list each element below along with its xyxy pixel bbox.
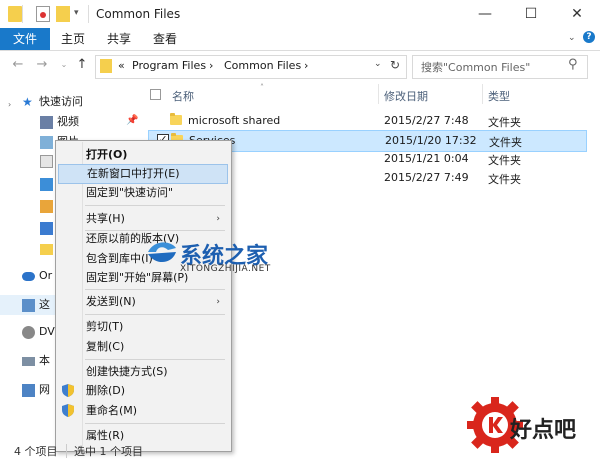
column-divider[interactable] [482, 84, 483, 104]
sidebar-item-onedrive[interactable]: Or [22, 266, 52, 286]
sidebar-item-network[interactable]: 网 [22, 380, 50, 400]
sidebar-item-videos[interactable]: 视频 [40, 112, 79, 132]
chevron-down-icon[interactable]: ⌄ [568, 33, 576, 43]
recent-dropdown-icon[interactable]: ⌄ [56, 57, 72, 73]
close-button[interactable]: ✕ [554, 0, 600, 28]
menu-item-share[interactable]: 共享(H) › [58, 209, 228, 229]
status-selected-count: 选中 1 个项目 [74, 445, 143, 458]
select-all-checkbox[interactable] [150, 89, 161, 100]
dvd-icon [22, 325, 35, 339]
breadcrumb-separator[interactable]: › [209, 59, 213, 72]
menu-separator [85, 205, 225, 206]
divider [88, 5, 89, 23]
column-header-type[interactable]: 类型 [488, 88, 510, 104]
menu-separator [85, 359, 225, 360]
divider [22, 5, 23, 23]
menu-item-open[interactable]: 打开(O) [58, 145, 228, 165]
pc-icon [22, 298, 35, 312]
file-type: 文件夹 [489, 136, 522, 149]
menu-separator [85, 289, 225, 290]
breadcrumb-separator[interactable]: › [304, 59, 308, 72]
menu-item-delete[interactable]: 删除(D) [58, 381, 228, 401]
maximize-button[interactable]: ☐ [508, 0, 554, 28]
watermark-logo [146, 238, 178, 266]
folder-icon [170, 113, 182, 125]
search-placeholder: 搜索"Common Files" [421, 61, 531, 74]
file-modified: 2015/1/21 0:04 [384, 152, 469, 165]
address-dropdown-icon[interactable]: ⌄ [374, 59, 382, 69]
sort-arrow-icon: ˄ [260, 83, 264, 92]
tab-share[interactable]: 共享 [96, 28, 142, 50]
properties-icon[interactable] [36, 6, 50, 22]
sidebar-item-dvd[interactable]: DV [22, 322, 55, 342]
quick-access-dropdown-icon[interactable]: ▾ [74, 8, 79, 18]
desktop-icon[interactable] [40, 222, 53, 235]
menu-item-send-to[interactable]: 发送到(N) › [58, 292, 228, 312]
minimize-button[interactable]: — [462, 0, 508, 28]
watermark-brand-2: 好点吧 [510, 418, 577, 443]
tab-view[interactable]: 查看 [142, 28, 188, 50]
drive-icon [22, 356, 35, 366]
submenu-arrow-icon: › [216, 297, 220, 307]
menu-item-copy[interactable]: 复制(C) [58, 337, 228, 357]
music-icon[interactable] [40, 200, 53, 213]
sidebar-item-local-disk[interactable]: 本 [22, 351, 50, 371]
menu-separator [85, 314, 225, 315]
column-divider[interactable] [378, 84, 379, 104]
pictures-icon [40, 135, 53, 149]
file-modified: 2015/2/27 7:48 [384, 114, 469, 127]
star-icon: ★ [22, 94, 33, 109]
file-type: 文件夹 [488, 116, 521, 129]
documents-icon[interactable] [40, 155, 53, 168]
submenu-arrow-icon: › [216, 214, 220, 224]
expand-arrow-icon[interactable]: › [8, 100, 11, 109]
table-row[interactable]: microsoft shared 2015/2/27 7:48 文件夹 [148, 111, 585, 131]
watermark-url: XITONGZHIJIA.NET [180, 264, 271, 274]
help-icon[interactable]: ? [583, 31, 595, 43]
menu-separator [85, 423, 225, 424]
folder-icon[interactable] [40, 244, 53, 255]
breadcrumb-common-files[interactable]: Common Files [224, 59, 301, 72]
video-icon [40, 115, 53, 129]
sidebar-item-quick-access[interactable]: ★ 快速访问 [22, 92, 83, 112]
menu-item-cut[interactable]: 剪切(T) [58, 317, 228, 337]
refresh-icon[interactable]: ↻ [390, 58, 400, 72]
window-title: Common Files [96, 7, 181, 21]
file-type: 文件夹 [488, 173, 521, 186]
network-icon [22, 383, 35, 397]
breadcrumb-overflow[interactable]: « [118, 59, 125, 72]
status-divider [66, 444, 67, 458]
onedrive-icon [22, 271, 35, 281]
downloads-icon[interactable] [40, 178, 53, 191]
tab-home[interactable]: 主页 [50, 28, 96, 50]
column-header-name[interactable]: 名称 [172, 88, 194, 104]
file-name: microsoft shared [188, 114, 281, 127]
sidebar-item-this-pc[interactable]: 这 [22, 295, 50, 315]
up-arrow-icon[interactable]: ↑ [74, 57, 90, 73]
folder-icon [8, 6, 22, 22]
file-modified: 2015/2/27 7:49 [384, 171, 469, 184]
folder-icon [100, 59, 112, 73]
menu-item-create-shortcut[interactable]: 创建快捷方式(S) [58, 362, 228, 382]
search-icon[interactable]: ⚲ [568, 57, 578, 72]
menu-item-open-new-window[interactable]: 在新窗口中打开(E) [58, 164, 228, 184]
forward-arrow-icon[interactable]: → [34, 57, 50, 73]
pin-icon[interactable]: 📌 [126, 115, 138, 126]
status-item-count: 4 个项目 [14, 445, 58, 458]
tab-file[interactable]: 文件 [0, 28, 50, 50]
column-header-modified[interactable]: 修改日期 [384, 88, 428, 104]
breadcrumb-program-files[interactable]: Program Files [132, 59, 206, 72]
file-modified: 2015/1/20 17:32 [385, 134, 477, 147]
back-arrow-icon[interactable]: ← [10, 57, 26, 73]
menu-item-rename[interactable]: 重命名(M) [58, 401, 228, 421]
new-folder-icon[interactable] [56, 6, 70, 22]
menu-item-pin-quick-access[interactable]: 固定到"快速访问" [58, 183, 228, 203]
file-type: 文件夹 [488, 154, 521, 167]
